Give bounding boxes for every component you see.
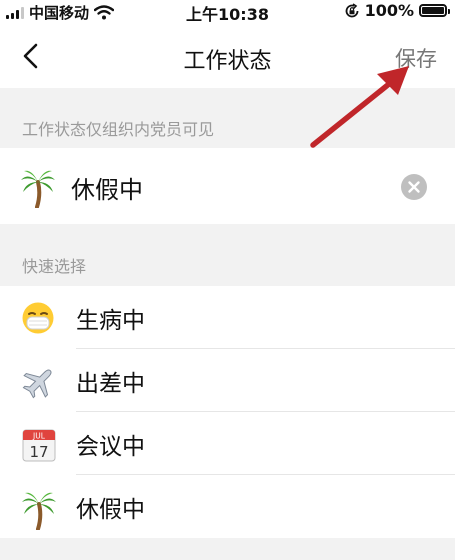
clear-button[interactable] [401,174,427,200]
current-status-label[interactable]: 休假中 [71,170,143,205]
quick-options-list: 生病中 出差中 JUL 17 会议中 休假中 [0,286,455,538]
option-label: 休假中 [76,497,145,523]
page-title: 工作状态 [183,49,272,74]
mask-face-icon [21,301,55,339]
battery-percent: 100% [364,1,414,20]
list-item[interactable]: 出差中 [0,349,455,412]
list-item[interactable]: 休假中 [0,475,455,538]
option-label: 出差中 [76,371,145,397]
nav-bar: 工作状态 保存 [0,24,455,88]
save-button[interactable]: 保存 [395,43,437,73]
list-item[interactable]: 生病中 [0,286,455,349]
close-icon [408,181,420,193]
visibility-note: 工作状态仅组织内党员可见 [22,120,215,139]
option-label: 会议中 [76,434,145,460]
list-item[interactable]: JUL 17 会议中 [0,412,455,475]
calendar-icon: JUL 17 [21,427,57,467]
battery-icon [419,4,450,17]
status-bar: 中国移动 上午10:38 100% [0,0,455,24]
calendar-month: JUL [32,432,46,441]
calendar-day: 17 [29,443,48,461]
airplane-icon [21,364,57,404]
option-label: 生病中 [76,308,145,334]
palm-tree-icon [20,168,56,212]
status-right: 100% [344,1,450,20]
current-status-row[interactable]: 休假中 [0,148,455,224]
quick-select-label: 快速选择 [22,257,87,276]
orientation-lock-icon [345,2,358,17]
palm-tree-icon [21,490,57,534]
